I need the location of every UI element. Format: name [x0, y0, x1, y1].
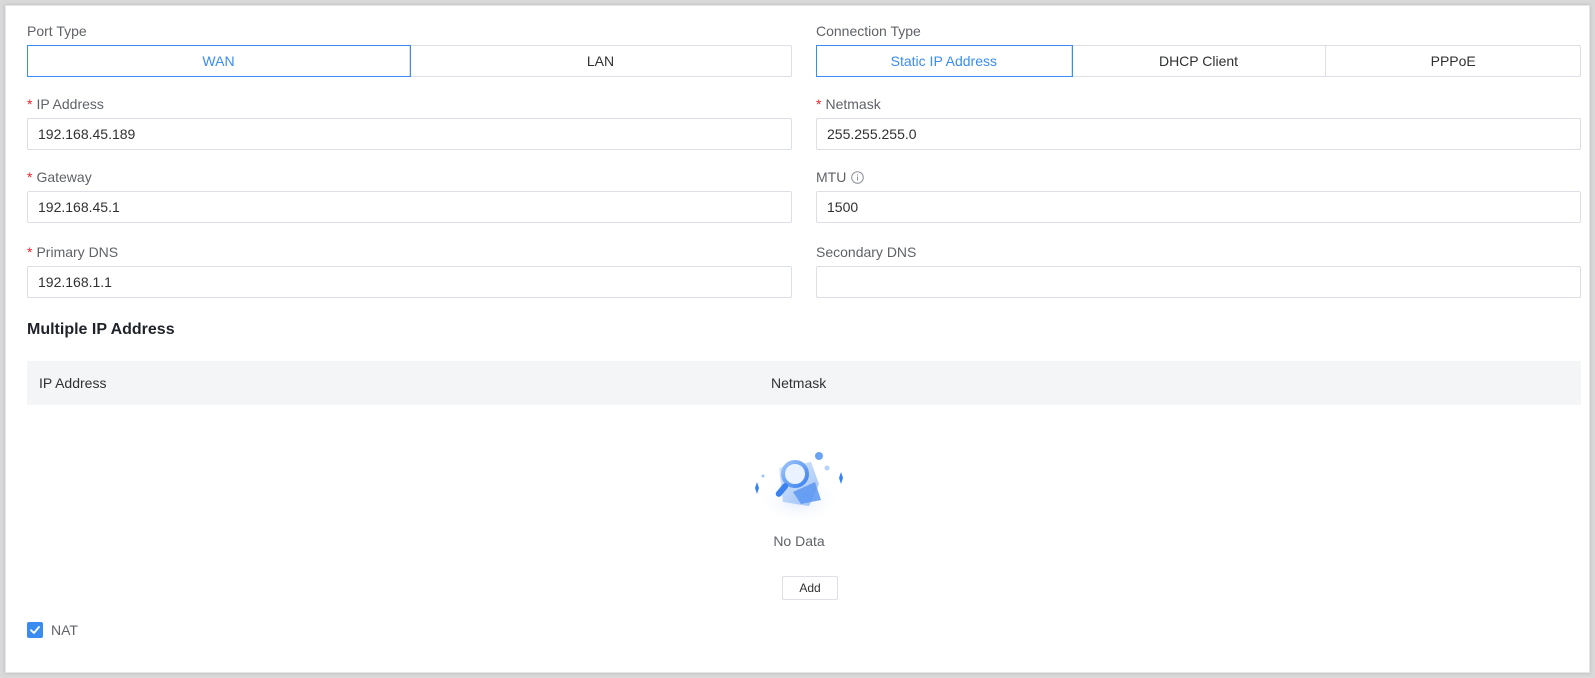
mtu-label: MTU [816, 168, 865, 186]
secondary-dns-label: Secondary DNS [816, 244, 917, 260]
netmask-label: * Netmask [816, 95, 881, 113]
connection-type-option-dhcp-client[interactable]: DHCP Client [1072, 46, 1327, 76]
ip-address-input[interactable]: 192.168.45.189 [27, 118, 792, 150]
connection-type-label: Connection Type [816, 23, 921, 39]
connection-type-selector: Static IP Address DHCP Client PPPoE [816, 45, 1581, 77]
no-data-text: No Data [773, 533, 825, 549]
info-icon[interactable] [851, 170, 865, 184]
required-asterisk: * [816, 96, 822, 112]
gateway-label: * Gateway [27, 168, 92, 186]
ip-address-label: * IP Address [27, 95, 104, 113]
add-ip-button[interactable]: Add [782, 576, 838, 600]
column-header-netmask: Netmask [771, 375, 827, 391]
secondary-dns-input[interactable] [816, 266, 1581, 298]
mtu-input[interactable]: 1500 [816, 191, 1581, 223]
required-asterisk: * [27, 169, 33, 185]
gateway-input[interactable]: 192.168.45.1 [27, 191, 792, 223]
required-asterisk: * [27, 244, 33, 260]
nat-label: NAT [51, 622, 78, 638]
primary-dns-input[interactable]: 192.168.1.1 [27, 266, 792, 298]
port-type-option-wan[interactable]: WAN [27, 45, 411, 77]
netmask-input[interactable]: 255.255.255.0 [816, 118, 1581, 150]
mtu-label-text: MTU [816, 169, 847, 185]
primary-dns-label-text: Primary DNS [36, 244, 119, 260]
gateway-label-text: Gateway [36, 169, 92, 185]
network-settings-panel: Port Type WAN LAN Connection Type Static… [5, 5, 1590, 673]
nat-option[interactable]: NAT [27, 622, 78, 638]
connection-type-option-pppoe[interactable]: PPPoE [1326, 46, 1580, 76]
primary-dns-label: * Primary DNS [27, 243, 118, 261]
multiple-ip-table-header: IP Address Netmask [27, 361, 1581, 405]
port-type-option-lan[interactable]: LAN [410, 46, 791, 76]
checkmark-icon [30, 626, 40, 634]
port-type-selector: WAN LAN [27, 45, 792, 77]
no-data-magnifier-illustration [749, 444, 849, 524]
nat-checkbox[interactable] [27, 622, 43, 638]
port-type-label: Port Type [27, 23, 87, 39]
netmask-label-text: Netmask [825, 96, 881, 112]
ip-address-label-text: IP Address [36, 96, 104, 112]
connection-type-option-static-ip[interactable]: Static IP Address [816, 45, 1073, 77]
multiple-ip-section-title: Multiple IP Address [27, 321, 175, 338]
required-asterisk: * [27, 96, 33, 112]
column-header-ip-address: IP Address [39, 375, 107, 391]
